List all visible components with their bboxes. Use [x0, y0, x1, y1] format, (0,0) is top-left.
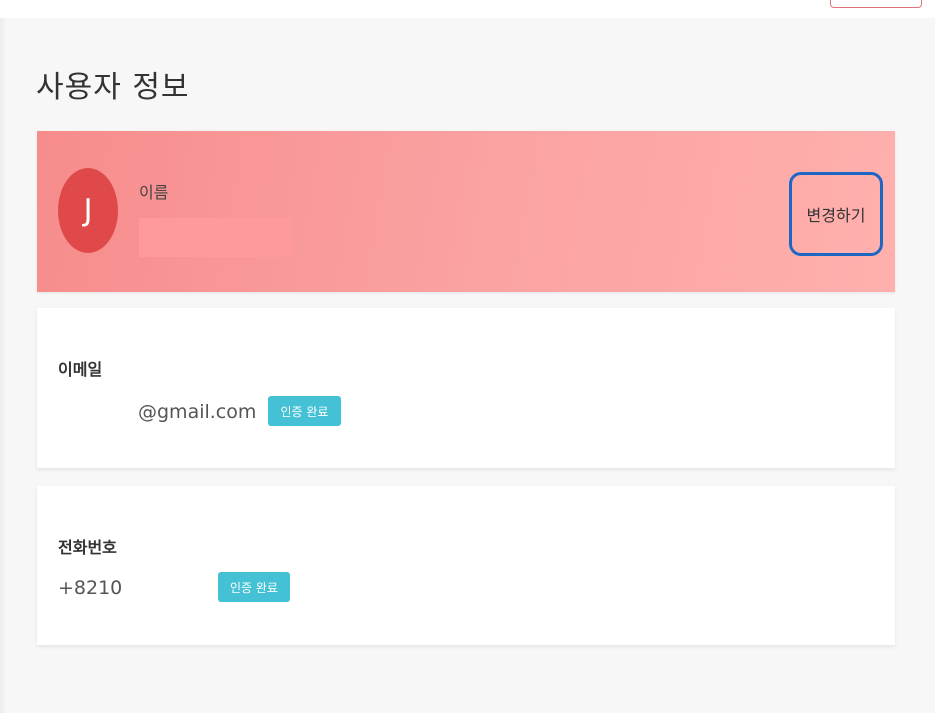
- name-value-redacted: [139, 218, 292, 257]
- phone-verified-badge: 인증 완료: [218, 572, 290, 602]
- phone-card: 전화번호 +8210 인증 완료: [37, 486, 895, 645]
- sidebar-edge: [0, 18, 6, 713]
- name-label: 이름: [139, 183, 169, 202]
- email-verified-badge: 인증 완료: [268, 396, 341, 426]
- profile-card: J 이름 변경하기: [37, 131, 895, 292]
- change-button[interactable]: 변경하기: [789, 172, 883, 256]
- phone-value: +8210: [58, 577, 123, 599]
- top-right-button[interactable]: [830, 0, 922, 8]
- email-value: @gmail.com: [138, 401, 257, 423]
- email-label: 이메일: [58, 360, 103, 379]
- top-bar: [0, 0, 935, 18]
- page-title: 사용자 정보: [36, 70, 190, 105]
- avatar: J: [58, 168, 118, 253]
- phone-label: 전화번호: [58, 538, 117, 557]
- email-card: 이메일 @gmail.com 인증 완료: [37, 308, 895, 468]
